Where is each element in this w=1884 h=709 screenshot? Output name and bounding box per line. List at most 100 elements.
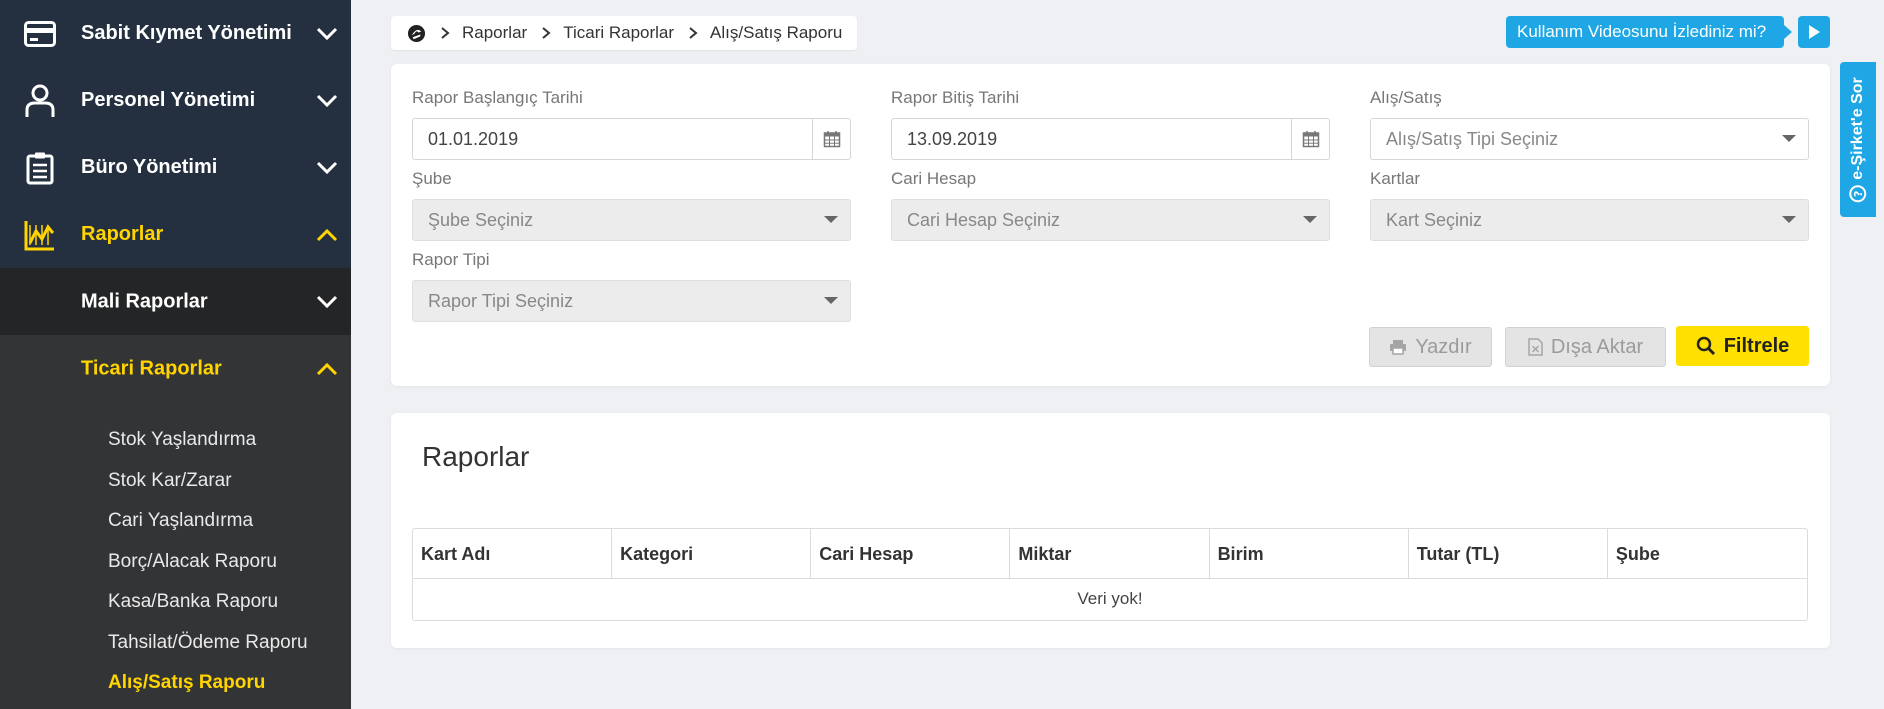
sidebar-leaf-borc-alacak[interactable]: Borç/Alacak Raporu — [0, 542, 351, 583]
sidebar-item-label: Sabit Kıymet Yönetimi — [81, 22, 292, 44]
filter-label: Filtrele — [1723, 334, 1790, 357]
branch-label: Şube — [412, 169, 452, 188]
chart-icon — [24, 217, 56, 253]
end-date-label: Rapor Bitiş Tarihi — [891, 88, 1020, 107]
caret-down-icon — [1782, 216, 1796, 223]
column-header-cari-hesap[interactable]: Cari Hesap — [811, 529, 1011, 579]
report-type-field: Rapor Tipi Rapor Tipi Seçiniz — [412, 249, 851, 322]
chevron-down-icon — [316, 27, 338, 40]
column-header-kategori[interactable]: Kategori — [612, 529, 812, 579]
user-icon — [24, 83, 56, 119]
help-circle-icon: ? — [1849, 184, 1867, 202]
chevron-right-icon — [689, 27, 698, 39]
report-type-label: Rapor Tipi — [412, 250, 490, 269]
caret-down-icon — [824, 297, 838, 304]
calendar-icon[interactable] — [1291, 119, 1329, 159]
sidebar-leaf-stok-kar-zarar[interactable]: Stok Kar/Zarar — [0, 461, 351, 502]
type-field: Alış/Satış Alış/Satış Tipi Seçiniz — [1370, 87, 1809, 160]
breadcrumb-item[interactable]: Raporlar — [462, 23, 527, 43]
start-date-value: 01.01.2019 — [428, 129, 519, 149]
report-type-select[interactable]: Rapor Tipi Seçiniz — [412, 280, 851, 322]
sidebar-leaf-tahsilat-odeme[interactable]: Tahsilat/Ödeme Raporu — [0, 623, 351, 664]
print-button[interactable]: Yazdır — [1369, 327, 1492, 367]
breadcrumb: Raporlar Ticari Raporlar Alış/Satış Rapo… — [391, 16, 857, 50]
export-button[interactable]: Dışa Aktar — [1505, 327, 1666, 367]
filter-button[interactable]: Filtrele — [1676, 326, 1809, 366]
cards-placeholder: Kart Seçiniz — [1386, 210, 1483, 230]
breadcrumb-item[interactable]: Ticari Raporlar — [563, 23, 674, 43]
play-icon — [1809, 25, 1820, 39]
sidebar-item-sabit-kiymet[interactable]: Sabit Kıymet Yönetimi — [0, 0, 351, 67]
credit-card-icon — [24, 16, 56, 52]
sidebar-leaf-stok-yaslandirma[interactable]: Stok Yaşlandırma — [0, 420, 351, 461]
account-label: Cari Hesap — [891, 169, 977, 188]
ask-e-sirket-label: e-Şirket'e Sor — [1849, 76, 1867, 180]
caret-down-icon — [1303, 216, 1317, 223]
sidebar-item-label: Raporlar — [81, 223, 164, 245]
sidebar-subitem-mali-raporlar[interactable]: Mali Raporlar — [0, 268, 351, 335]
type-placeholder: Alış/Satış Tipi Seçiniz — [1386, 129, 1559, 149]
sidebar-main-nav: Sabit Kıymet Yönetimi Personel Yönetimi … — [0, 0, 351, 268]
column-header-sube[interactable]: Şube — [1608, 529, 1807, 579]
search-icon — [1696, 336, 1715, 356]
column-header-miktar[interactable]: Miktar — [1010, 529, 1210, 579]
type-select[interactable]: Alış/Satış Tipi Seçiniz — [1370, 118, 1809, 160]
end-date-input[interactable]: 13.09.2019 — [891, 118, 1330, 160]
end-date-value: 13.09.2019 — [907, 129, 998, 149]
column-header-kart-adi[interactable]: Kart Adı — [413, 529, 613, 579]
table-header: Kart Adı Kategori Cari Hesap Miktar Biri… — [413, 529, 1807, 579]
svg-text:?: ? — [1852, 190, 1865, 196]
sidebar-subitem-label: Ticari Raporlar — [81, 357, 222, 379]
column-header-tutar[interactable]: Tutar (TL) — [1409, 529, 1608, 579]
sidebar-item-label: Büro Yönetimi — [81, 156, 218, 178]
sidebar-leaf-alis-satis[interactable]: Alış/Satış Raporu — [0, 663, 351, 704]
end-date-field: Rapor Bitiş Tarihi 13.09.2019 — [891, 87, 1330, 160]
chevron-down-icon — [316, 295, 338, 308]
table-empty-message: Veri yok! — [1077, 589, 1143, 608]
column-header-birim[interactable]: Birim — [1210, 529, 1409, 579]
calendar-icon[interactable] — [812, 119, 850, 159]
sidebar-item-personel[interactable]: Personel Yönetimi — [0, 67, 351, 134]
account-field: Cari Hesap Cari Hesap Seçiniz — [891, 168, 1330, 241]
chevron-down-icon — [316, 161, 338, 174]
play-video-button[interactable] — [1798, 16, 1830, 48]
branch-field: Şube Şube Seçiniz — [412, 168, 851, 241]
caret-down-icon — [824, 216, 838, 223]
excel-file-icon — [1528, 338, 1543, 356]
video-prompt-button[interactable]: Kullanım Videosunu İzlediniz mi? — [1506, 16, 1793, 48]
account-placeholder: Cari Hesap Seçiniz — [907, 210, 1061, 230]
home-logo-icon[interactable] — [407, 24, 426, 43]
cards-select[interactable]: Kart Seçiniz — [1370, 199, 1809, 241]
chevron-right-icon — [542, 27, 551, 39]
sidebar-item-buro[interactable]: Büro Yönetimi — [0, 134, 351, 201]
export-label: Dışa Aktar — [1550, 335, 1644, 358]
chevron-down-icon — [316, 94, 338, 107]
report-type-placeholder: Rapor Tipi Seçiniz — [428, 291, 574, 311]
sidebar: Sabit Kıymet Yönetimi Personel Yönetimi … — [0, 0, 351, 709]
sidebar-subitem-label: Mali Raporlar — [81, 290, 208, 312]
breadcrumb-item-current: Alış/Satış Raporu — [710, 23, 843, 42]
sidebar-subitem-ticari-raporlar[interactable]: Ticari Raporlar — [0, 335, 351, 402]
branch-placeholder: Şube Seçiniz — [428, 210, 534, 230]
printer-icon — [1390, 340, 1407, 355]
report-table: Kart Adı Kategori Cari Hesap Miktar Biri… — [412, 528, 1808, 621]
sidebar-leaf-cari-yaslandirma[interactable]: Cari Yaşlandırma — [0, 501, 351, 542]
sidebar-item-label: Personel Yönetimi — [81, 89, 256, 111]
cards-field: Kartlar Kart Seçiniz — [1370, 168, 1809, 241]
filter-panel: Rapor Başlangıç Tarihi 01.01.2019 Rapor … — [391, 64, 1830, 386]
ask-e-sirket-tab[interactable]: ? e-Şirket'e Sor — [1840, 62, 1876, 217]
print-label: Yazdır — [1415, 335, 1472, 358]
cards-label: Kartlar — [1370, 169, 1421, 188]
start-date-input[interactable]: 01.01.2019 — [412, 118, 851, 160]
sidebar-leaf-kasa-banka[interactable]: Kasa/Banka Raporu — [0, 582, 351, 623]
sidebar-item-raporlar[interactable]: Raporlar — [0, 201, 351, 268]
type-label: Alış/Satış — [1370, 88, 1442, 107]
start-date-label: Rapor Başlangıç Tarihi — [412, 88, 583, 107]
chevron-up-icon — [316, 362, 338, 375]
start-date-field: Rapor Başlangıç Tarihi 01.01.2019 — [412, 87, 851, 160]
branch-select[interactable]: Şube Seçiniz — [412, 199, 851, 241]
account-select[interactable]: Cari Hesap Seçiniz — [891, 199, 1330, 241]
report-title: Raporlar — [422, 441, 530, 472]
report-panel: Raporlar Kart Adı Kategori Cari Hesap Mi… — [391, 413, 1830, 648]
chevron-right-icon — [441, 27, 450, 39]
